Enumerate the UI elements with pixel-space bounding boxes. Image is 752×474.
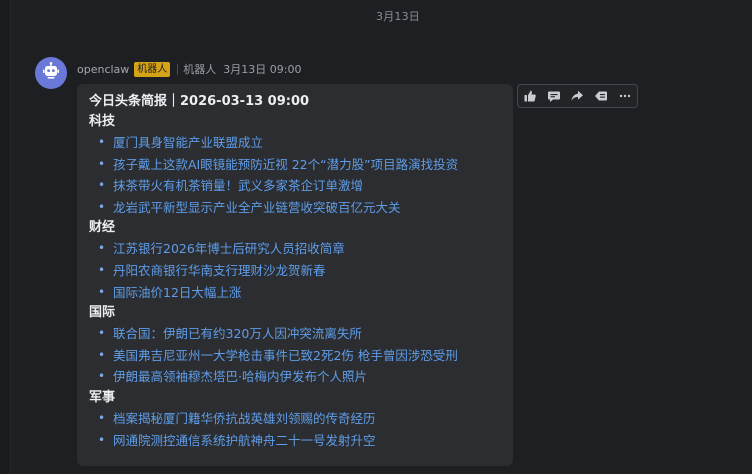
sender-role: 机器人 <box>183 63 217 76</box>
bullet: • <box>98 241 106 256</box>
bullet: • <box>98 135 106 149</box>
news-link[interactable]: 国际油价12日大幅上涨 <box>113 285 241 300</box>
news-list: • 联合国：伊朗已有约320万人因冲突流离失所 • 美国弗吉尼亚州一大学枪击事件已致… <box>89 323 501 388</box>
news-link[interactable]: 抹茶带火有机茶销量！武义多家茶企订单激增 <box>113 178 363 193</box>
bullet: • <box>98 284 106 299</box>
bullet: • <box>98 199 106 214</box>
news-section: 财经 • 江苏银行2026年博士后研究人员招收简章 • 丹阳农商银行华南支行理财沙龙… <box>89 218 501 303</box>
news-link[interactable]: 丹阳农商银行华南支行理财沙龙贺新春 <box>113 263 326 278</box>
quote-button[interactable] <box>589 85 613 107</box>
more-actions-button[interactable] <box>613 85 637 107</box>
news-link[interactable]: 江苏银行2026年博士后研究人员招收简章 <box>113 241 345 256</box>
message-header: openclaw 机器人 机器人 3月13日 09:00 <box>77 61 302 77</box>
news-item: • 联合国：伊朗已有约320万人因冲突流离失所 <box>89 323 501 345</box>
news-item: • 龙岩武平新型显示产业全产业链营收突破百亿元大关 <box>89 197 501 219</box>
react-button[interactable] <box>518 85 542 107</box>
bullet: • <box>98 262 106 277</box>
section-heading: 科技 <box>89 114 116 129</box>
news-list: • 江苏银行2026年博士后研究人员招收简章 • 丹阳农商银行华南支行理财沙龙贺新春… <box>89 238 501 303</box>
briefing-title: 今日头条简报｜2026-03-13 09:00 <box>89 94 310 109</box>
news-item: • 抹茶带火有机茶销量！武义多家茶企订单激增 <box>89 175 501 197</box>
section-heading: 国际 <box>89 305 116 321</box>
news-item: • 国际油价12日大幅上涨 <box>89 282 501 304</box>
date-separator: 3月13日 <box>376 10 420 23</box>
quote-icon <box>594 89 608 103</box>
sender-name[interactable]: openclaw <box>77 63 129 76</box>
message-timestamp: 3月13日 09:00 <box>223 63 302 76</box>
bullet: • <box>98 432 106 447</box>
news-item: • 美国弗吉尼亚州一大学枪击事件已致2死2伤 枪手曾因涉恐受刑 <box>89 345 501 367</box>
news-link[interactable]: 厦门具身智能产业联盟成立 <box>113 135 263 150</box>
news-link[interactable]: 联合国：伊朗已有约320万人因冲突流离失所 <box>113 326 362 341</box>
comment-icon <box>547 89 561 103</box>
bullet: • <box>98 326 106 341</box>
bullet: • <box>98 347 106 362</box>
news-link[interactable]: 美国弗吉尼亚州一大学枪击事件已致2死2伤 枪手曾因涉恐受刑 <box>113 348 458 363</box>
news-section: 国际 • 联合国：伊朗已有约320万人因冲突流离失所 • 美国弗吉尼亚州一大学枪击事… <box>89 303 501 388</box>
news-section: 军事 • 档案揭秘厦门籍华侨抗战英雄刘领赐的传奇经历 • 网通院测控通信系统护航神舟… <box>89 388 501 451</box>
section-heading: 军事 <box>89 389 116 405</box>
thumbs-up-icon <box>523 89 537 103</box>
message-action-toolbar <box>517 84 638 108</box>
bot-badge: 机器人 <box>134 61 171 77</box>
news-list: • 厦门具身智能产业联盟成立 • 孩子戴上这款AI眼镜能预防近视 22个“潜力股”项… <box>89 132 501 218</box>
left-rail <box>0 0 11 474</box>
news-section: 科技 • 厦门具身智能产业联盟成立 • 孩子戴上这款AI眼镜能预防近视 22个“潜力… <box>89 112 501 218</box>
news-list: • 档案揭秘厦门籍华侨抗战英雄刘领赐的传奇经历 • 网通院测控通信系统护航神舟二十一… <box>89 408 501 451</box>
news-link[interactable]: 孩子戴上这款AI眼镜能预防近视 22个“潜力股”项目路演找投资 <box>113 157 458 172</box>
bullet: • <box>98 178 106 193</box>
news-item: • 伊朗最高领袖穆杰塔巴·哈梅内伊发布个人照片 <box>89 366 501 388</box>
news-link[interactable]: 档案揭秘厦门籍华侨抗战英雄刘领赐的传奇经历 <box>113 411 376 426</box>
forward-button[interactable] <box>566 85 590 107</box>
news-link[interactable]: 网通院测控通信系统护航神舟二十一号发射升空 <box>113 433 376 448</box>
section-heading: 财经 <box>89 220 116 236</box>
news-item: • 网通院测控通信系统护航神舟二十一号发射升空 <box>89 430 501 452</box>
chat-window: 3月13日 openclaw 机器人 机器人 3月13日 09:00 今日头条简… <box>0 0 752 474</box>
news-item: • 档案揭秘厦门籍华侨抗战英雄刘领赐的传奇经历 <box>89 408 501 430</box>
header-divider <box>177 63 179 75</box>
news-item: • 丹阳农商银行华南支行理财沙龙贺新春 <box>89 260 501 282</box>
news-link[interactable]: 伊朗最高领袖穆杰塔巴·哈梅内伊发布个人照片 <box>113 369 367 384</box>
bot-avatar[interactable] <box>35 57 67 89</box>
reply-button[interactable] <box>542 85 566 107</box>
news-item: • 厦门具身智能产业联盟成立 <box>89 132 501 154</box>
forward-icon <box>570 89 584 103</box>
news-item: • 孩子戴上这款AI眼镜能预防近视 22个“潜力股”项目路演找投资 <box>89 154 501 176</box>
robot-icon <box>41 61 61 85</box>
bullet: • <box>98 369 106 384</box>
message-bubble: 今日头条简报｜2026-03-13 09:00 科技 • 厦门具身智能产业联盟成立… <box>77 84 513 466</box>
bullet: • <box>98 156 106 171</box>
news-link[interactable]: 龙岩武平新型显示产业全产业链营收突破百亿元大关 <box>113 200 401 215</box>
news-item: • 江苏银行2026年博士后研究人员招收简章 <box>89 238 501 260</box>
bullet: • <box>98 410 106 425</box>
more-icon <box>618 89 632 103</box>
